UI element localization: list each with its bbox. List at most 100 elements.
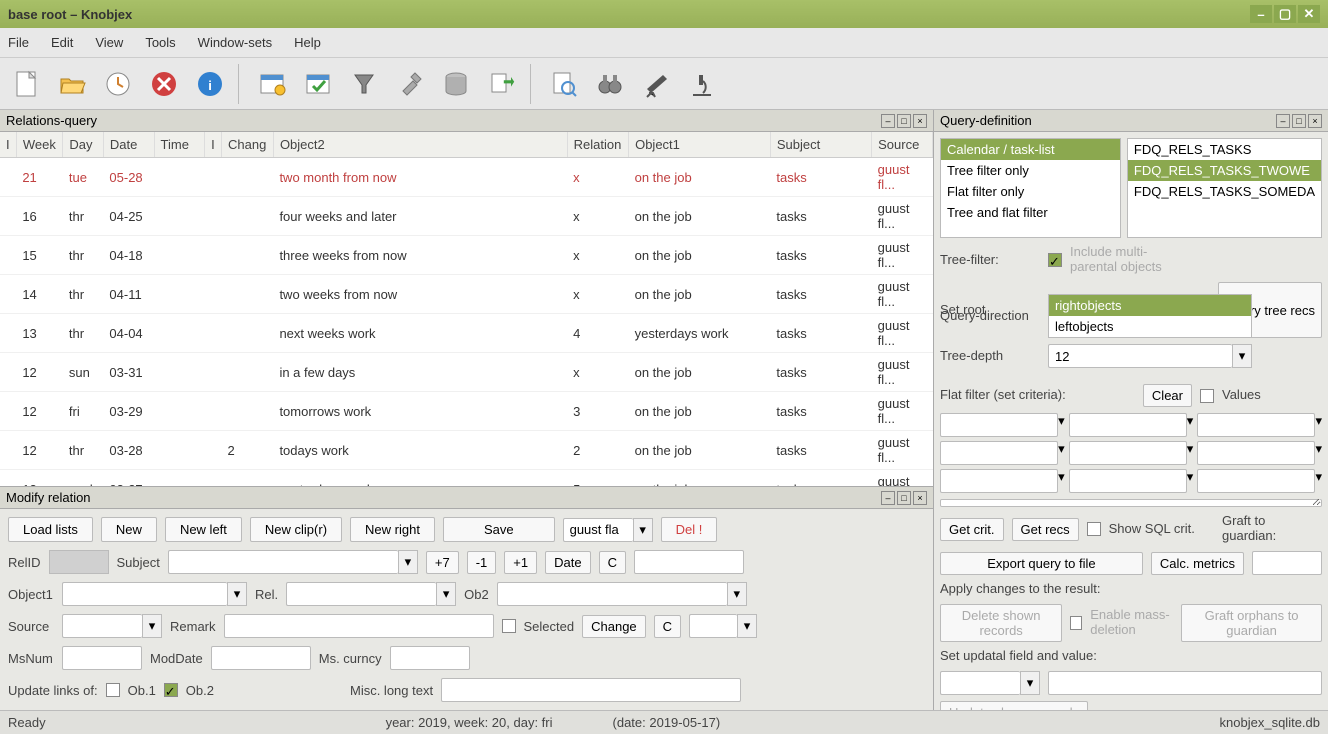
chevron-down-icon[interactable]: ▾ xyxy=(1315,413,1322,437)
new-window-icon[interactable] xyxy=(250,62,294,106)
binoculars-icon[interactable] xyxy=(588,62,632,106)
panel-max-icon[interactable]: □ xyxy=(1292,114,1306,128)
panel-min-icon[interactable]: – xyxy=(881,114,895,128)
misclong-field[interactable] xyxy=(441,678,741,702)
tools-icon[interactable] xyxy=(388,62,432,106)
list-item[interactable]: Calendar / task-list xyxy=(941,139,1120,160)
column-header[interactable]: Object2 xyxy=(273,132,567,158)
panel-min-icon[interactable]: – xyxy=(881,491,895,505)
graft-field[interactable] xyxy=(1252,551,1322,575)
source-combo[interactable]: ▾ xyxy=(62,614,162,638)
column-header[interactable]: Day xyxy=(63,132,104,158)
filter-input[interactable] xyxy=(1069,469,1187,493)
selected-checkbox[interactable] xyxy=(502,619,516,633)
ob2-checkbox[interactable]: ✓ xyxy=(164,683,178,697)
minimize-button[interactable]: – xyxy=(1250,5,1272,23)
graftorphans-button[interactable]: Graft orphans to guardian xyxy=(1181,604,1322,642)
table-row[interactable]: 13thr04-04next weeks work4yesterdays wor… xyxy=(0,314,933,353)
maximize-button[interactable]: ▢ xyxy=(1274,5,1296,23)
filter-input[interactable] xyxy=(1197,469,1315,493)
updatal-field-combo[interactable]: ▾ xyxy=(940,671,1040,695)
list-item[interactable]: Tree and flat filter xyxy=(941,202,1120,223)
updateshown-button[interactable]: Update shown records xyxy=(940,701,1088,710)
date-button[interactable]: Date xyxy=(545,551,590,574)
list-item[interactable]: FDQ_RELS_TASKS xyxy=(1128,139,1321,160)
column-header[interactable]: Subject xyxy=(770,132,871,158)
microscope-icon[interactable] xyxy=(680,62,724,106)
table-row[interactable]: 16thr04-25four weeks and laterxon the jo… xyxy=(0,197,933,236)
export-button[interactable]: Export query to file xyxy=(940,552,1143,575)
chevron-down-icon[interactable]: ▾ xyxy=(1315,469,1322,493)
calendar-check-icon[interactable] xyxy=(296,62,340,106)
table-row[interactable]: 12sun03-31in a few daysxon the jobtasksg… xyxy=(0,353,933,392)
list-item[interactable]: FDQ_RELS_TASKS_TWOWE xyxy=(1128,160,1321,181)
minus1-button[interactable]: -1 xyxy=(467,551,497,574)
panel-close-icon[interactable]: × xyxy=(913,114,927,128)
column-header[interactable]: I xyxy=(0,132,16,158)
table-row[interactable]: 12wed03-27yesterdays work5on the jobtask… xyxy=(0,470,933,487)
column-header[interactable]: Source xyxy=(872,132,933,158)
new-clip-button[interactable]: New clip(r) xyxy=(250,517,342,542)
enablemass-checkbox[interactable] xyxy=(1070,616,1082,630)
menu-help[interactable]: Help xyxy=(294,35,321,50)
menu-edit[interactable]: Edit xyxy=(51,35,73,50)
column-header[interactable]: Time xyxy=(154,132,205,158)
column-header[interactable]: I xyxy=(205,132,222,158)
column-header[interactable]: Chang xyxy=(221,132,273,158)
filter-input[interactable] xyxy=(1069,441,1187,465)
query-name-list[interactable]: FDQ_RELS_TASKS FDQ_RELS_TASKS_TWOWE FDQ_… xyxy=(1127,138,1322,238)
menu-file[interactable]: File xyxy=(8,35,29,50)
date-field[interactable] xyxy=(634,550,744,574)
filter-input[interactable] xyxy=(940,441,1058,465)
list-item[interactable]: rightobjects xyxy=(1049,295,1251,316)
export-icon[interactable] xyxy=(480,62,524,106)
panel-max-icon[interactable]: □ xyxy=(897,114,911,128)
del-button[interactable]: Del ! xyxy=(661,517,718,542)
stop-icon[interactable] xyxy=(142,62,186,106)
chevron-down-icon[interactable]: ▾ xyxy=(1187,441,1194,465)
table-row[interactable]: 21tue05-28two month from nowxon the jobt… xyxy=(0,158,933,197)
getcrit-button[interactable]: Get crit. xyxy=(940,518,1004,541)
list-item[interactable]: Flat filter only xyxy=(941,181,1120,202)
c-button[interactable]: C xyxy=(599,551,626,574)
menu-view[interactable]: View xyxy=(95,35,123,50)
open-folder-icon[interactable] xyxy=(50,62,94,106)
change-button[interactable]: Change xyxy=(582,615,646,638)
relations-grid[interactable]: IWeekDayDateTimeIChangObject2RelationObj… xyxy=(0,132,933,486)
column-header[interactable]: Week xyxy=(16,132,63,158)
column-header[interactable]: Date xyxy=(103,132,154,158)
list-item[interactable]: FDQ_RELS_TASKS_SOMEDA xyxy=(1128,181,1321,202)
moddate-field[interactable] xyxy=(211,646,311,670)
list-item[interactable]: leftobjects xyxy=(1049,316,1251,337)
load-lists-button[interactable]: Load lists xyxy=(8,517,93,542)
table-row[interactable]: 12thr03-282todays work2on the jobtasksgu… xyxy=(0,431,933,470)
showsql-checkbox[interactable] xyxy=(1087,522,1101,536)
new-button[interactable]: New xyxy=(101,517,157,542)
filter-input[interactable] xyxy=(940,413,1058,437)
menu-window-sets[interactable]: Window-sets xyxy=(198,35,272,50)
table-row[interactable]: 12fri03-29tomorrows work3on the jobtasks… xyxy=(0,392,933,431)
clear-button[interactable]: Clear xyxy=(1143,384,1192,407)
database-icon[interactable] xyxy=(434,62,478,106)
subject-combo[interactable]: ▾ xyxy=(168,550,418,574)
chevron-down-icon[interactable]: ▾ xyxy=(1187,413,1194,437)
telescope-icon[interactable] xyxy=(634,62,678,106)
panel-close-icon[interactable]: × xyxy=(1308,114,1322,128)
deleteshown-button[interactable]: Delete shown records xyxy=(940,604,1062,642)
table-row[interactable]: 15thr04-18three weeks from nowxon the jo… xyxy=(0,236,933,275)
change-combo[interactable]: ▾ xyxy=(689,614,757,638)
column-header[interactable]: Relation xyxy=(567,132,628,158)
filter-input[interactable] xyxy=(940,469,1058,493)
new-left-button[interactable]: New left xyxy=(165,517,242,542)
filter-input[interactable] xyxy=(1197,413,1315,437)
mscurncy-field[interactable] xyxy=(390,646,470,670)
close-button[interactable]: ✕ xyxy=(1298,5,1320,23)
values-checkbox[interactable] xyxy=(1200,389,1214,403)
query-direction-list[interactable]: rightobjects leftobjects xyxy=(1048,294,1252,338)
treedepth-combo[interactable]: ▾ xyxy=(1048,344,1252,368)
new-right-button[interactable]: New right xyxy=(350,517,435,542)
chevron-down-icon[interactable]: ▾ xyxy=(1315,441,1322,465)
filter-input[interactable] xyxy=(1069,413,1187,437)
column-header[interactable]: Object1 xyxy=(629,132,771,158)
panel-min-icon[interactable]: – xyxy=(1276,114,1290,128)
